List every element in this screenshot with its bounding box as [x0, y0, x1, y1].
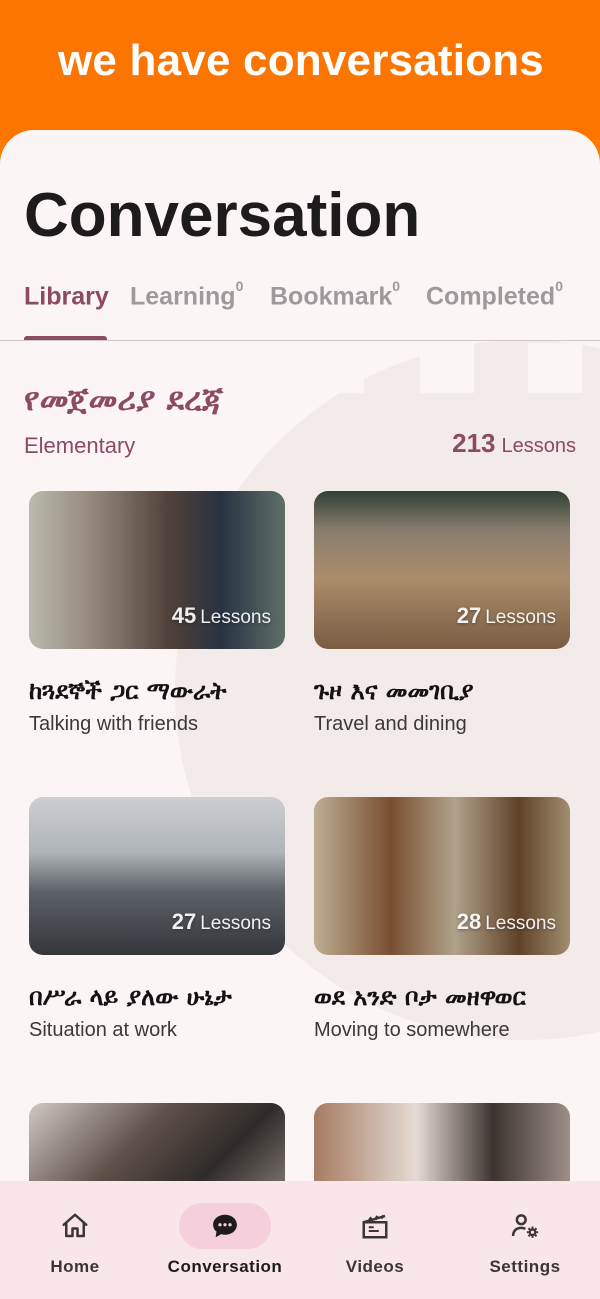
- lesson-card-moving[interactable]: 28 Lessons ወደ አንድ ቦታ መዘዋወር Moving to some…: [314, 797, 570, 1041]
- count-number: 27: [456, 603, 482, 628]
- lesson-card-travel[interactable]: 27 Lessons ጉዞ እና መመገቢያ Travel and dining: [314, 491, 570, 735]
- lesson-card-friends[interactable]: 45 Lessons ከጓደኞች ጋር ማውራት Talking with fri…: [29, 491, 285, 735]
- card-subtitle: Situation at work: [29, 1019, 177, 1041]
- tab-count: 0: [235, 278, 244, 294]
- tab-count: 0: [555, 278, 563, 294]
- tab-label: Library: [24, 282, 109, 311]
- card-subtitle: Travel and dining: [314, 713, 467, 735]
- nav-videos[interactable]: Videos: [300, 1181, 450, 1299]
- nav-label: Videos: [345, 1257, 405, 1276]
- count-number: 27: [171, 909, 197, 934]
- tab-label: Bookmark: [270, 282, 393, 311]
- count-label: Lessons: [200, 607, 271, 628]
- card-subtitle: Talking with friends: [29, 713, 198, 735]
- lesson-thumbnail: 27 Lessons: [29, 797, 285, 955]
- lesson-thumbnail: 45 Lessons: [29, 491, 285, 649]
- lesson-thumbnail: 27 Lessons: [314, 491, 570, 649]
- user-settings-icon: [511, 1214, 539, 1238]
- lesson-thumbnail: 28 Lessons: [314, 797, 570, 955]
- count-label: Lessons: [200, 913, 271, 934]
- count-number: 45: [171, 603, 197, 628]
- thumbnail-lesson-count: 28 Lessons: [457, 909, 556, 935]
- lesson-card-work[interactable]: 27 Lessons በሥራ ላይ ያለው ሁኔታ Situation at wo…: [29, 797, 285, 1041]
- nav-home[interactable]: Home: [0, 1181, 150, 1299]
- thumbnail-lesson-count: 27 Lessons: [172, 909, 271, 935]
- card-title: ወደ አንድ ቦታ መዘዋወር: [314, 983, 526, 1011]
- level-title: የመጀመሪያ ደረጃ: [24, 380, 224, 418]
- card-title: በሥራ ላይ ያለው ሁኔታ: [29, 983, 232, 1011]
- tab-label: Completed: [426, 282, 556, 311]
- home-icon: [62, 1213, 88, 1238]
- clapperboard-icon: [362, 1214, 388, 1239]
- promo-banner: we have conversations: [0, 0, 600, 140]
- tab-label: Learning: [130, 282, 236, 311]
- card-subtitle: Moving to somewhere: [314, 1019, 510, 1041]
- count-label: Lessons: [485, 913, 556, 934]
- thumbnail-lesson-count: 45 Lessons: [172, 603, 271, 629]
- count-label: Lessons: [485, 607, 556, 628]
- thumbnail-lesson-count: 27 Lessons: [457, 603, 556, 629]
- nav-settings[interactable]: Settings: [450, 1181, 600, 1299]
- chat-bubble-icon: [213, 1214, 237, 1238]
- lessons-count-number: 213: [452, 428, 496, 458]
- nav-label: Home: [50, 1257, 100, 1276]
- level-lessons-count: 213 Lessons: [452, 428, 576, 459]
- page-title: Conversation: [24, 181, 421, 250]
- tab-count: 0: [392, 278, 401, 294]
- level-subtitle: Elementary: [24, 433, 136, 458]
- lessons-count-label: Lessons: [501, 435, 577, 457]
- nav-label: Conversation: [167, 1257, 283, 1276]
- main-sheet: Conversation Library Learning0 Bookmark0…: [0, 130, 600, 1299]
- tab-bookmark[interactable]: Bookmark0: [270, 278, 400, 311]
- nav-conversation[interactable]: Conversation: [150, 1181, 300, 1299]
- nav-label: Settings: [489, 1257, 561, 1276]
- tab-library[interactable]: Library: [24, 282, 109, 311]
- bottom-navigation: Home Conversation Videos Settings: [0, 1181, 600, 1299]
- card-title: ከጓደኞች ጋር ማውራት: [29, 677, 227, 705]
- count-number: 28: [456, 909, 482, 934]
- tabs-divider: [0, 340, 600, 341]
- card-title: ጉዞ እና መመገቢያ: [314, 677, 474, 705]
- tab-learning[interactable]: Learning0: [130, 278, 243, 311]
- banner-text: we have conversations: [58, 36, 544, 85]
- tab-completed[interactable]: Completed0: [426, 278, 563, 311]
